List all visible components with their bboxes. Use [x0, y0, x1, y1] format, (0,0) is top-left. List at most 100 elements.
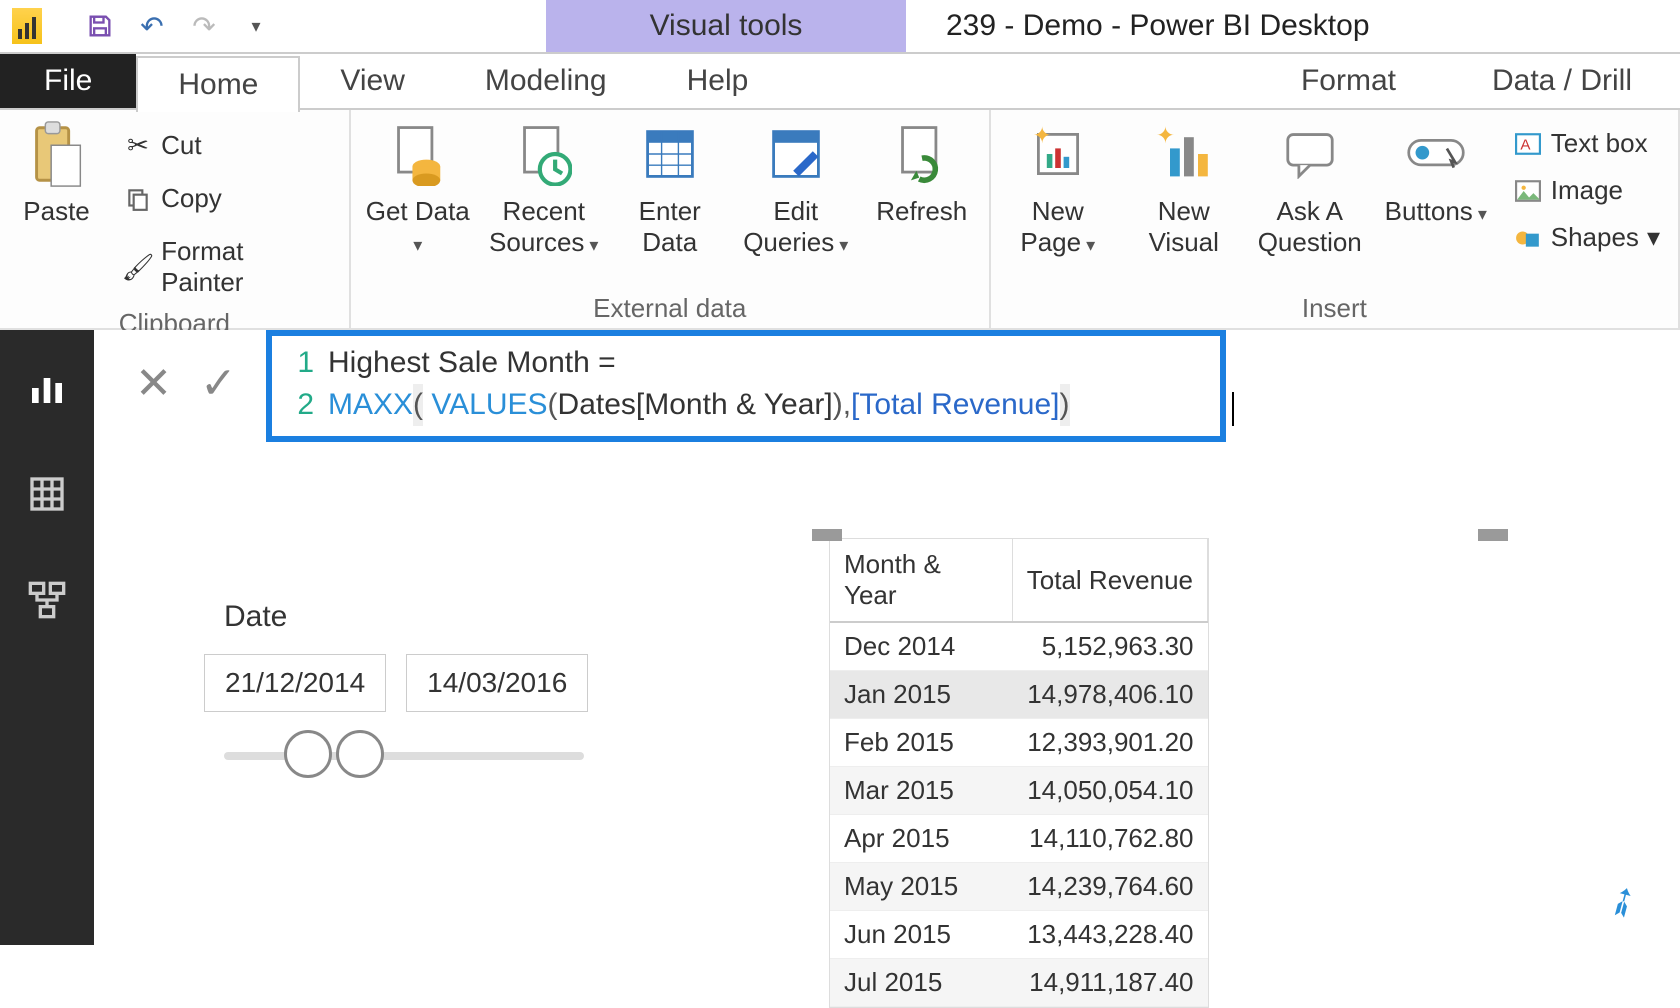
enter-data-label: Enter Data — [615, 196, 725, 258]
date-slicer[interactable]: Date 21/12/2014 14/03/2016 — [204, 600, 604, 760]
tab-format[interactable]: Format — [1253, 54, 1444, 108]
model-view-button[interactable] — [19, 572, 75, 628]
cell-revenue: 14,110,762.80 — [1012, 815, 1207, 863]
formula-commit-button[interactable]: ✓ — [200, 358, 237, 409]
table-row[interactable]: Apr 201514,110,762.80 — [830, 815, 1208, 863]
undo-button[interactable]: ↶ — [136, 10, 168, 42]
table-header-month[interactable]: Month & Year — [830, 539, 1012, 622]
enter-data-button[interactable]: Enter Data — [615, 118, 725, 258]
shapes-button[interactable]: Shapes ▾ — [1507, 218, 1666, 257]
group-label-external: External data — [363, 287, 977, 324]
cell-revenue: 14,911,187.40 — [1012, 959, 1207, 1007]
ask-question-button[interactable]: Ask A Question — [1255, 118, 1365, 258]
copy-button[interactable]: Copy — [117, 179, 337, 218]
format-painter-button[interactable]: 🖌Format Painter — [117, 232, 337, 302]
new-visual-label: New Visual — [1129, 196, 1239, 258]
tab-view[interactable]: View — [300, 54, 444, 108]
table-header-revenue[interactable]: Total Revenue — [1012, 539, 1207, 622]
ribbon-tabs: File Home View Modeling Help Format Data… — [0, 54, 1680, 110]
image-button[interactable]: Image — [1507, 171, 1666, 210]
recent-icon — [508, 118, 580, 190]
title-bar: ↶ ↷ ▾ Visual tools 239 - Demo - Power BI… — [0, 0, 1680, 54]
buttons-label: Buttons — [1385, 196, 1487, 227]
table-row[interactable]: Dec 20145,152,963.30 — [830, 622, 1208, 671]
refresh-icon — [886, 118, 958, 190]
paste-button[interactable]: Paste — [12, 118, 101, 227]
ask-label: Ask A Question — [1255, 196, 1365, 258]
document-title: 239 - Demo - Power BI Desktop — [906, 0, 1680, 52]
cell-revenue: 14,050,054.10 — [1012, 767, 1207, 815]
refresh-button[interactable]: Refresh — [867, 118, 977, 227]
slicer-from-input[interactable]: 21/12/2014 — [204, 654, 386, 712]
cell-revenue: 13,443,228.40 — [1012, 911, 1207, 959]
tab-data-drill[interactable]: Data / Drill — [1444, 54, 1680, 108]
edit-queries-button[interactable]: Edit Queries — [741, 118, 851, 258]
table-row[interactable]: May 201514,239,764.60 — [830, 863, 1208, 911]
cell-month: Feb 2015 — [830, 719, 1012, 767]
report-view-button[interactable] — [19, 360, 75, 416]
svg-text:A: A — [1520, 136, 1531, 153]
new-visual-icon: ✦ — [1148, 118, 1220, 190]
workspace: ✕ ✓ 1Highest Sale Month = 2 MAXX( VALUES… — [0, 330, 1680, 945]
brush-icon: 🖌 — [123, 252, 153, 282]
redo-button[interactable]: ↷ — [188, 10, 220, 42]
new-page-icon: ✦ — [1022, 118, 1094, 190]
quick-access-toolbar: ↶ ↷ ▾ — [0, 0, 306, 52]
cell-revenue: 14,978,406.10 — [1012, 671, 1207, 719]
tab-help[interactable]: Help — [647, 54, 789, 108]
tab-modeling[interactable]: Modeling — [445, 54, 647, 108]
formula-cancel-button[interactable]: ✕ — [135, 358, 172, 409]
recent-sources-button[interactable]: Recent Sources — [489, 118, 599, 258]
ribbon: Paste ✂Cut Copy 🖌Format Painter Clipboar… — [0, 110, 1680, 330]
new-page-button[interactable]: ✦ New Page — [1003, 118, 1113, 258]
subscribe-icon: ➶ — [1597, 874, 1649, 931]
get-data-button[interactable]: Get Data — [363, 118, 473, 258]
copy-icon — [123, 184, 153, 214]
slicer-title: Date — [204, 600, 604, 634]
cell-month: Jan 2015 — [830, 671, 1012, 719]
formula-editor[interactable]: 1Highest Sale Month = 2 MAXX( VALUES( Da… — [266, 330, 1226, 442]
cell-month: Mar 2015 — [830, 767, 1012, 815]
table-row[interactable]: Jan 201514,978,406.10 — [830, 671, 1208, 719]
table-row[interactable]: Mar 201514,050,054.10 — [830, 767, 1208, 815]
textbox-button[interactable]: AText box — [1507, 124, 1666, 163]
edit-queries-label: Edit Queries — [741, 196, 851, 258]
shapes-icon — [1513, 223, 1543, 253]
qat-customize-dropdown[interactable]: ▾ — [240, 10, 272, 42]
slider-thumb-end[interactable] — [336, 730, 384, 778]
ribbon-group-clipboard: Paste ✂Cut Copy 🖌Format Painter Clipboar… — [0, 110, 351, 328]
paste-label: Paste — [23, 196, 90, 227]
save-button[interactable] — [84, 10, 116, 42]
slicer-slider[interactable] — [224, 752, 584, 760]
ribbon-group-insert: ✦ New Page ✦ New Visual Ask A Question B… — [991, 110, 1680, 328]
tab-home[interactable]: Home — [136, 56, 300, 112]
new-visual-button[interactable]: ✦ New Visual — [1129, 118, 1239, 258]
table-row[interactable]: Jul 201514,911,187.40 — [830, 959, 1208, 1007]
slider-thumb-start[interactable] — [284, 730, 332, 778]
edit-queries-icon — [760, 118, 832, 190]
buttons-button[interactable]: Buttons — [1381, 118, 1491, 227]
cell-revenue: 12,393,901.20 — [1012, 719, 1207, 767]
data-view-button[interactable] — [19, 466, 75, 522]
formula-bar: ✕ ✓ 1Highest Sale Month = 2 MAXX( VALUES… — [106, 330, 1680, 450]
slicer-to-input[interactable]: 14/03/2016 — [406, 654, 588, 712]
table-visual[interactable]: Month & Year Total Revenue Dec 20145,152… — [829, 538, 1209, 1008]
table-row[interactable]: Jun 201513,443,228.40 — [830, 911, 1208, 959]
cell-month: Apr 2015 — [830, 815, 1012, 863]
speech-bubble-icon — [1274, 118, 1346, 190]
cell-month: Dec 2014 — [830, 622, 1012, 671]
view-mode-rail — [0, 330, 94, 945]
table-row[interactable]: Feb 201512,393,901.20 — [830, 719, 1208, 767]
button-icon — [1400, 118, 1472, 190]
clipboard-icon — [21, 118, 93, 190]
tab-file[interactable]: File — [0, 54, 136, 108]
ribbon-group-external-data: Get Data Recent Sources Enter Data Edit … — [351, 110, 991, 328]
cut-button[interactable]: ✂Cut — [117, 126, 337, 165]
get-data-icon — [382, 118, 454, 190]
cell-month: Jun 2015 — [830, 911, 1012, 959]
report-canvas[interactable]: ✕ ✓ 1Highest Sale Month = 2 MAXX( VALUES… — [94, 330, 1680, 945]
get-data-label: Get Data — [363, 196, 473, 258]
group-label-insert: Insert — [1003, 287, 1666, 324]
contextual-tab-visual-tools: Visual tools — [546, 0, 906, 52]
image-icon — [1513, 176, 1543, 206]
